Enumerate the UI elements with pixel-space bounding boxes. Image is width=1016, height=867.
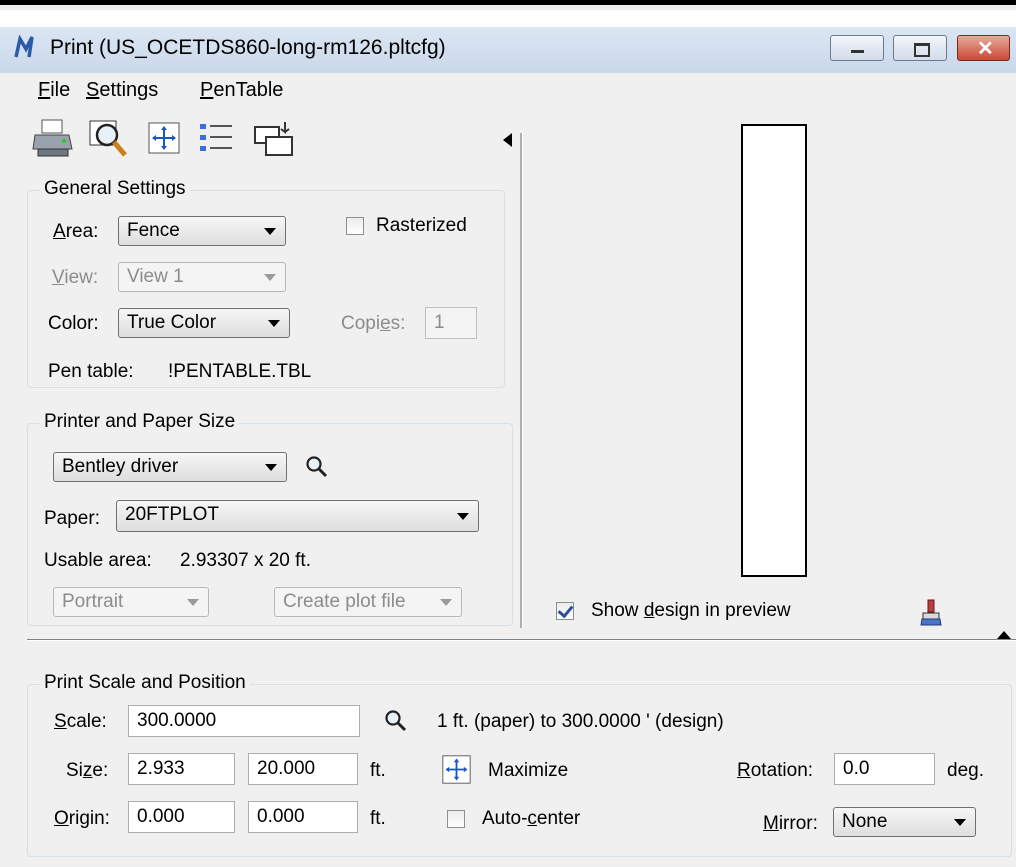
chevron-down-icon xyxy=(268,320,280,327)
print-dialog: Print (US_OCETDS860-long-rm126.pltcfg) ✕… xyxy=(0,0,1016,867)
output-select[interactable]: Create plot file xyxy=(274,587,462,617)
area-label: Area: xyxy=(53,221,99,242)
size-unit: ft. xyxy=(370,760,386,781)
close-button[interactable]: ✕ xyxy=(957,35,1010,61)
size-label: Size: xyxy=(66,760,109,781)
chevron-down-icon xyxy=(265,464,277,471)
preview-magnifier-icon[interactable] xyxy=(88,119,130,159)
color-label: Color: xyxy=(48,313,99,334)
area-select[interactable]: Fence xyxy=(118,216,286,246)
window-title: Print (US_OCETDS860-long-rm126.pltcfg) xyxy=(50,36,446,59)
printer-properties-magnifier-icon[interactable] xyxy=(305,455,329,479)
list-icon[interactable] xyxy=(198,121,236,155)
origin-x-input[interactable]: 0.000 xyxy=(128,801,235,833)
view-label: View: xyxy=(52,267,99,288)
origin-unit: ft. xyxy=(370,808,386,829)
rasterized-checkbox[interactable] xyxy=(346,217,364,235)
chevron-down-icon xyxy=(264,228,276,235)
auto-center-label: Auto-center xyxy=(482,808,581,829)
menu-pentable[interactable]: PenTable xyxy=(200,79,283,102)
menu-bar: File Settings PenTable xyxy=(0,73,1016,107)
origin-label: Origin: xyxy=(54,808,110,829)
preview-refresh-brush-icon[interactable] xyxy=(919,598,943,628)
usable-area-label: Usable area: xyxy=(44,550,152,571)
menu-file[interactable]: File xyxy=(38,79,70,102)
mirror-label: Mirror: xyxy=(763,813,818,834)
chevron-down-icon xyxy=(954,819,966,826)
scale-magnifier-icon[interactable] xyxy=(384,709,408,733)
size-x-input[interactable]: 2.933 xyxy=(128,753,235,785)
scale-label: Scale: xyxy=(54,711,107,732)
vertical-splitter[interactable] xyxy=(520,133,523,628)
collapse-left-arrow[interactable] xyxy=(503,133,512,147)
copies-label: Copies: xyxy=(341,313,406,334)
mirror-select[interactable]: None xyxy=(833,807,976,837)
color-select[interactable]: True Color xyxy=(118,308,290,338)
output-value: Create plot file xyxy=(283,591,406,612)
menu-settings[interactable]: Settings xyxy=(86,79,158,102)
printer-driver-value: Bentley driver xyxy=(62,456,179,477)
rasterized-label: Rasterized xyxy=(376,215,467,236)
horizontal-splitter[interactable] xyxy=(27,639,1016,641)
maximize-icon[interactable] xyxy=(441,754,472,785)
size-y-input[interactable]: 20.000 xyxy=(248,753,358,785)
scale-input[interactable]: 300.0000 xyxy=(128,705,360,737)
minimize-icon xyxy=(851,50,864,53)
auto-center-checkbox[interactable] xyxy=(447,810,465,828)
scale-description: 1 ft. (paper) to 300.0000 ' (design) xyxy=(437,711,724,732)
page-setup-icon[interactable] xyxy=(252,119,296,159)
view-select[interactable]: View 1 xyxy=(118,262,286,292)
pen-table-value: !PENTABLE.TBL xyxy=(168,361,312,382)
chevron-down-icon xyxy=(440,599,452,606)
paper-select-value: 20FTPLOT xyxy=(125,504,219,525)
minimize-button[interactable] xyxy=(830,35,884,61)
rotation-input[interactable]: 0.0 xyxy=(834,753,935,785)
printer-icon[interactable] xyxy=(32,117,74,159)
collapse-up-arrow[interactable] xyxy=(997,631,1011,639)
maximize-icon[interactable] xyxy=(147,121,181,155)
print-preview-page xyxy=(741,124,807,577)
maximize-window-icon xyxy=(914,43,930,57)
general-settings-legend: General Settings xyxy=(40,178,190,200)
scale-position-legend: Print Scale and Position xyxy=(40,672,250,694)
pen-table-label: Pen table: xyxy=(48,361,134,382)
rotation-unit: deg. xyxy=(947,760,984,781)
title-bar[interactable]: Print (US_OCETDS860-long-rm126.pltcfg) ✕ xyxy=(0,27,1016,73)
chevron-down-icon xyxy=(264,274,276,281)
area-select-value: Fence xyxy=(127,220,180,241)
chevron-down-icon xyxy=(457,513,469,520)
maximize-label[interactable]: Maximize xyxy=(488,760,568,782)
microstation-app-icon xyxy=(14,35,34,58)
show-design-label: Show design in preview xyxy=(591,600,791,621)
copies-input[interactable]: 1 xyxy=(425,307,477,339)
paper-label: Paper: xyxy=(44,508,100,529)
paper-select[interactable]: 20FTPLOT xyxy=(116,500,479,532)
close-icon: ✕ xyxy=(977,38,994,60)
chevron-down-icon xyxy=(187,599,199,606)
orientation-select[interactable]: Portrait xyxy=(53,587,209,617)
origin-y-input[interactable]: 0.000 xyxy=(248,801,358,833)
color-select-value: True Color xyxy=(127,312,217,333)
mirror-select-value: None xyxy=(842,811,888,832)
printer-driver-select[interactable]: Bentley driver xyxy=(53,452,287,482)
orientation-value: Portrait xyxy=(62,591,124,612)
view-select-value: View 1 xyxy=(127,266,184,287)
rotation-label: Rotation: xyxy=(737,760,814,781)
printer-paper-legend: Printer and Paper Size xyxy=(40,411,240,433)
usable-area-value: 2.93307 x 20 ft. xyxy=(180,550,311,571)
maximize-window-button[interactable] xyxy=(893,35,947,61)
show-design-checkbox[interactable] xyxy=(556,602,574,620)
